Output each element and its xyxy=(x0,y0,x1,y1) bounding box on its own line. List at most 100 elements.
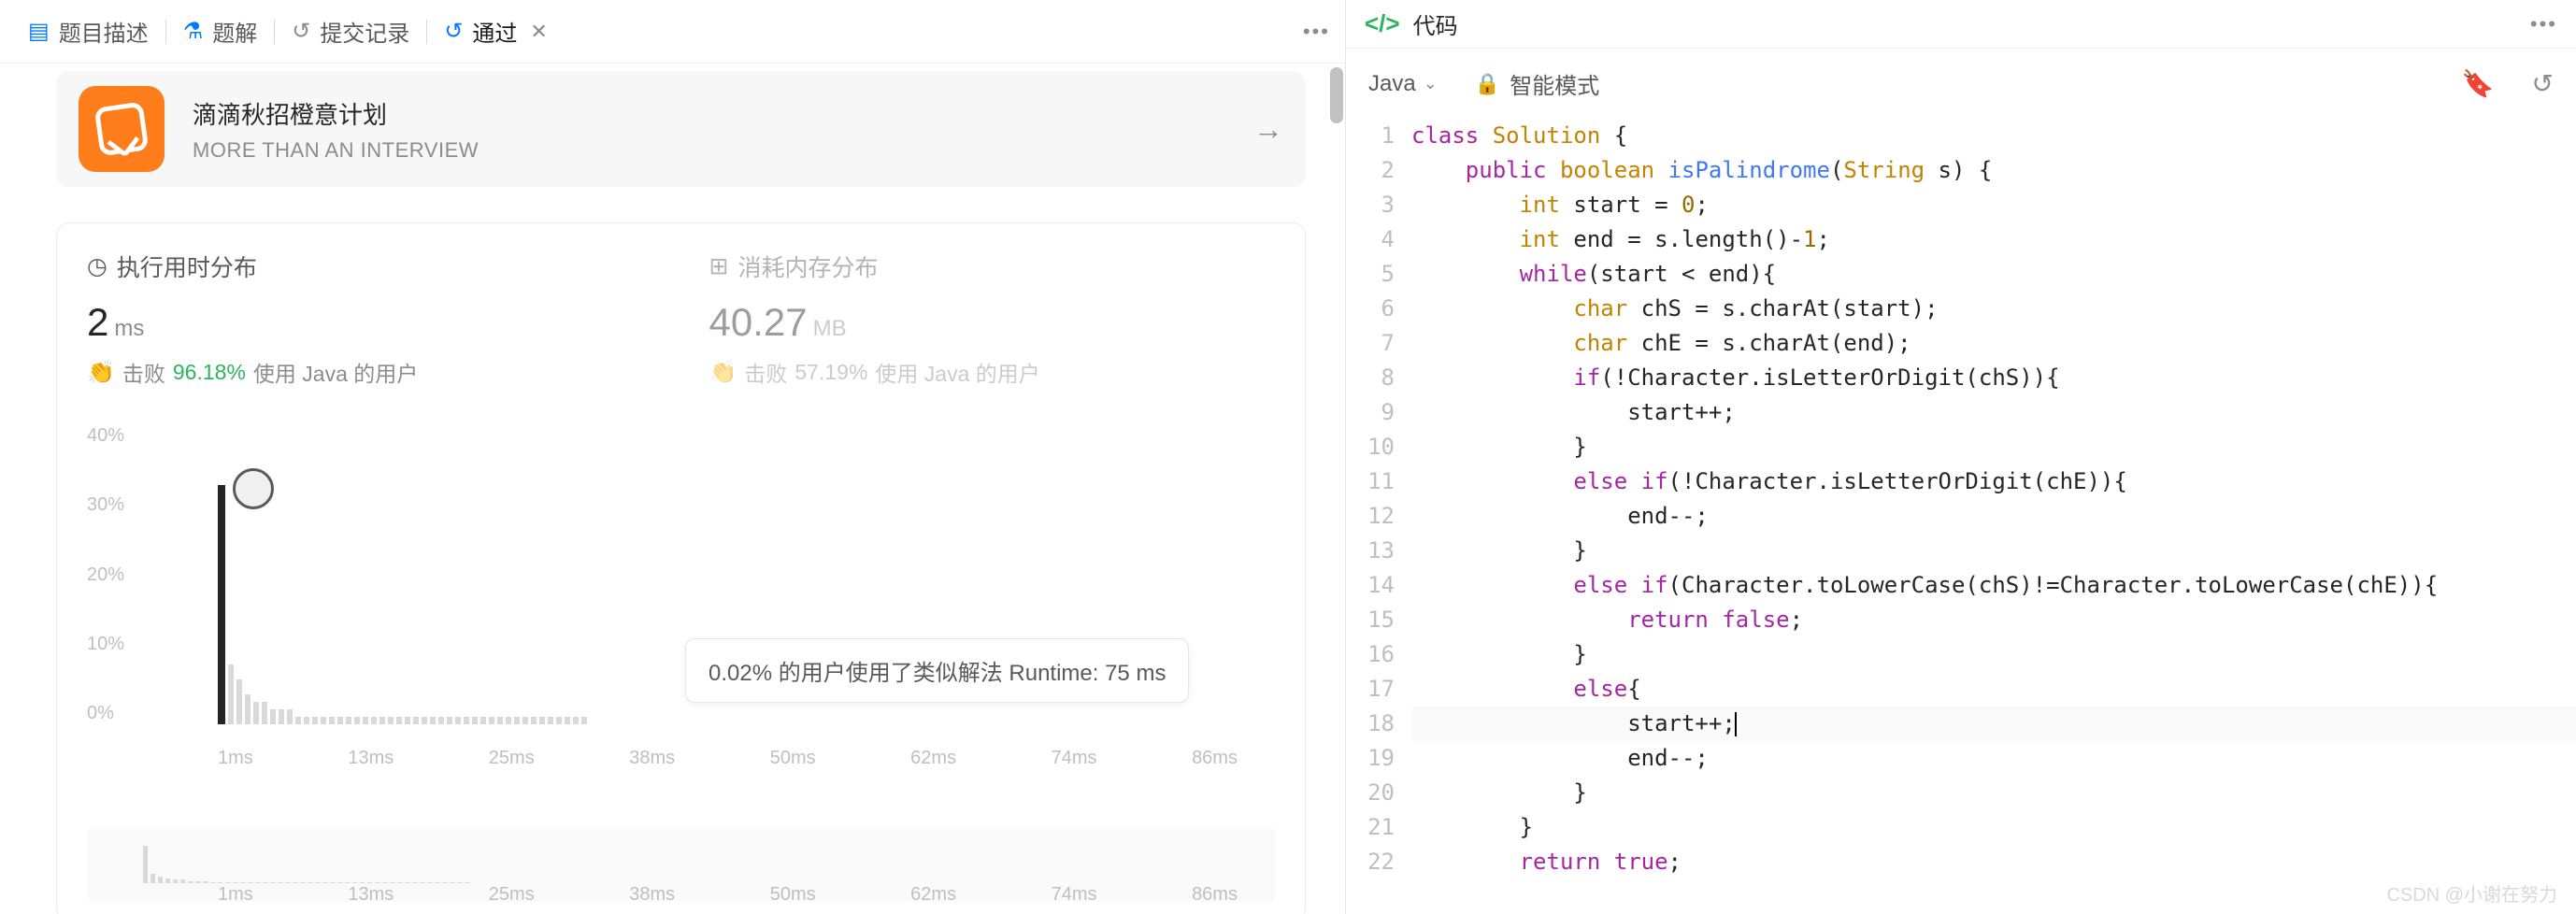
chart-bar[interactable] xyxy=(472,717,478,724)
chart-bar[interactable] xyxy=(447,717,452,724)
chart-bar[interactable] xyxy=(337,717,343,724)
chart-tooltip: 0.02% 的用户使用了类似解法 Runtime: 75 ms xyxy=(685,638,1189,703)
chart-bar[interactable] xyxy=(304,717,309,724)
language-label: Java xyxy=(1368,71,1416,97)
chart-bar[interactable] xyxy=(287,709,293,724)
chart-bar[interactable] xyxy=(438,717,444,724)
smart-mode[interactable]: 🔒 智能模式 xyxy=(1475,67,1599,100)
chart-bar[interactable] xyxy=(321,717,326,724)
memory-unit: MB xyxy=(813,316,847,342)
line-gutter: 12345678910111213141516171819202122 xyxy=(1346,119,1411,914)
flask-icon: ⚗ xyxy=(183,18,204,45)
runtime-chart[interactable]: 40%30%20%10%0% 0.02% 的用户使用了类似解法 Runtime:… xyxy=(87,425,1275,762)
chart-bar[interactable] xyxy=(565,717,570,724)
chart-bar[interactable] xyxy=(379,717,385,724)
left-panel: ▤ 题目描述 ⚗ 题解 ↺ 提交记录 ↺ 通过 ✕ ••• xyxy=(0,0,1346,914)
chart-bar[interactable] xyxy=(236,679,242,724)
avatar-marker xyxy=(233,468,274,509)
watermark: CSDN @小谢在努力 xyxy=(2386,879,2557,907)
chart-bar[interactable] xyxy=(422,717,427,724)
close-icon[interactable]: ✕ xyxy=(530,20,547,44)
code-editor[interactable]: 12345678910111213141516171819202122 clas… xyxy=(1346,119,2576,914)
history-icon: ↺ xyxy=(292,18,310,45)
promo-card[interactable]: 滴滴秋招橙意计划 MORE THAN AN INTERVIEW → xyxy=(56,71,1306,187)
chart-bar[interactable] xyxy=(388,717,394,724)
chart-bar[interactable] xyxy=(506,717,511,724)
undo-icon[interactable]: ↺ xyxy=(2532,68,2554,99)
more-icon[interactable]: ••• xyxy=(2530,12,2557,36)
tab-solution[interactable]: ⚗ 题解 xyxy=(170,6,271,57)
chart-bar[interactable] xyxy=(497,717,503,724)
scrollbar-thumb[interactable] xyxy=(1330,67,1343,123)
chart-bar[interactable] xyxy=(531,717,537,724)
chart-bar[interactable] xyxy=(413,717,419,724)
runtime-unit: ms xyxy=(114,316,144,342)
chart-bar[interactable] xyxy=(581,717,587,724)
chart-bar[interactable] xyxy=(218,485,225,724)
bookmark-icon[interactable]: 🔖 xyxy=(2462,68,2495,99)
chart-bar[interactable] xyxy=(489,717,494,724)
mini-x-labels: 1ms13ms25ms38ms50ms62ms74ms86ms xyxy=(143,884,1275,906)
chevron-down-icon: ⌄ xyxy=(1424,74,1438,93)
beat-label: 击败 xyxy=(122,356,165,388)
clap-icon: 👏 xyxy=(87,359,115,386)
chart-bar[interactable] xyxy=(573,717,579,724)
runtime-pct: 96.18% xyxy=(173,360,246,385)
chart-bar[interactable] xyxy=(363,717,368,724)
chart-bar[interactable] xyxy=(245,694,250,724)
chart-bar[interactable] xyxy=(262,702,267,724)
code-body[interactable]: class Solution { public boolean isPalind… xyxy=(1411,119,2576,914)
memory-title: 消耗内存分布 xyxy=(737,250,878,283)
tab-description[interactable]: ▤ 题目描述 xyxy=(15,6,162,57)
chart-bar[interactable] xyxy=(548,717,553,724)
memory-block[interactable]: ⊞ 消耗内存分布 40.27 MB 👏 击败 57.19% 使用 Java 的用… xyxy=(709,250,1276,388)
memory-value: 40.27 xyxy=(709,300,808,345)
chart-bar[interactable] xyxy=(480,717,486,724)
chart-bar[interactable] xyxy=(405,717,410,724)
lock-icon: 🔒 xyxy=(1475,72,1500,96)
promo-logo xyxy=(79,86,165,172)
chart-bar[interactable] xyxy=(279,709,284,724)
clock-icon: ◷ xyxy=(87,252,107,280)
clap-icon: 👏 xyxy=(709,359,737,386)
tab-pass[interactable]: ↺ 通过 ✕ xyxy=(431,6,561,57)
chart-bar[interactable] xyxy=(346,717,351,724)
divider xyxy=(165,20,166,44)
chart-bar[interactable] xyxy=(312,717,318,724)
right-header: </> 代码 ••• xyxy=(1346,0,2576,49)
chart-bar[interactable] xyxy=(430,717,436,724)
chart-bar[interactable] xyxy=(329,717,335,724)
code-icon: </> xyxy=(1365,9,1400,38)
runtime-value: 2 xyxy=(87,300,108,345)
chart-bar[interactable] xyxy=(354,717,360,724)
chart-bar[interactable] xyxy=(522,717,528,724)
y-axis-labels: 40%30%20%10%0% xyxy=(87,425,124,724)
chart-bar[interactable] xyxy=(371,717,377,724)
tab-solution-label: 题解 xyxy=(212,15,257,48)
description-icon: ▤ xyxy=(28,18,50,45)
chart-bar[interactable] xyxy=(295,717,301,724)
beat-suffix: 使用 Java 的用户 xyxy=(875,356,1039,388)
right-panel: </> 代码 ••• Java ⌄ 🔒 智能模式 🔖 ↺ 12345678910… xyxy=(1346,0,2576,914)
chart-bar[interactable] xyxy=(228,664,234,724)
left-tabs: ▤ 题目描述 ⚗ 题解 ↺ 提交记录 ↺ 通过 ✕ ••• xyxy=(0,0,1345,64)
chart-bar[interactable] xyxy=(464,717,469,724)
chart-bar[interactable] xyxy=(455,717,461,724)
chart-bar[interactable] xyxy=(539,717,545,724)
chart-bar[interactable] xyxy=(270,709,276,724)
chart-bar[interactable] xyxy=(253,702,259,724)
more-icon[interactable]: ••• xyxy=(1303,20,1330,44)
divider xyxy=(274,20,275,44)
language-selector[interactable]: Java ⌄ xyxy=(1368,71,1438,97)
tab-submissions[interactable]: ↺ 提交记录 xyxy=(279,6,422,57)
history-icon: ↺ xyxy=(444,18,463,45)
chart-bar[interactable] xyxy=(514,717,520,724)
mini-chart[interactable]: 1ms13ms25ms38ms50ms62ms74ms86ms xyxy=(87,827,1275,902)
chart-bar[interactable] xyxy=(556,717,562,724)
chart-bar[interactable] xyxy=(396,717,402,724)
runtime-block[interactable]: ◷ 执行用时分布 2 ms 👏 击败 96.18% 使用 Java 的用户 xyxy=(87,250,653,388)
stats-card: ◷ 执行用时分布 2 ms 👏 击败 96.18% 使用 Java 的用户 xyxy=(56,222,1306,914)
x-axis-labels: 1ms13ms25ms38ms50ms62ms74ms86ms xyxy=(143,748,1275,769)
left-content: 滴滴秋招橙意计划 MORE THAN AN INTERVIEW → ◷ 执行用时… xyxy=(0,64,1345,914)
beat-label: 击败 xyxy=(744,356,787,388)
